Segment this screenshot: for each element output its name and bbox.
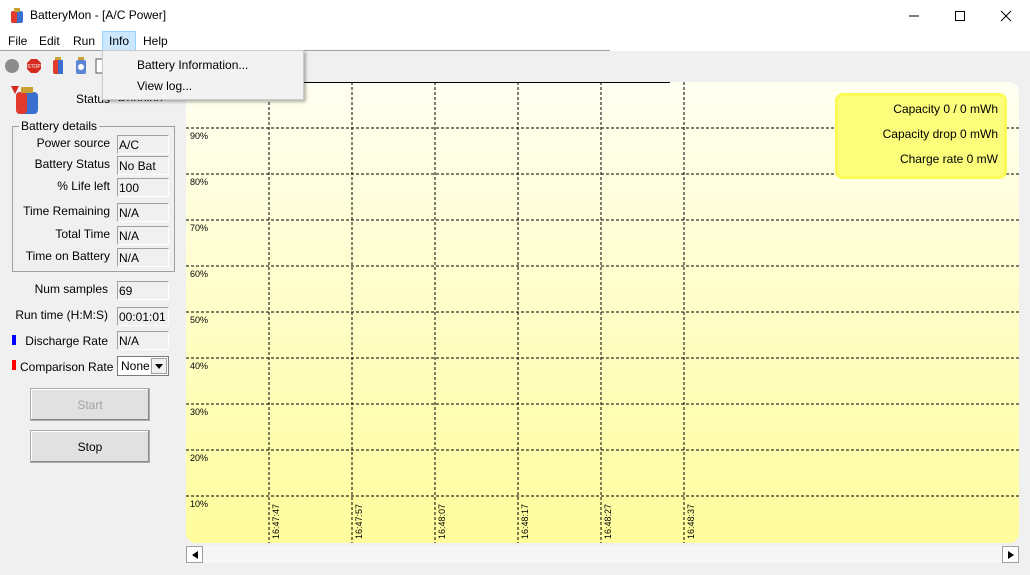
start-button[interactable]: Start bbox=[30, 388, 150, 421]
window-title: BatteryMon - [A/C Power] bbox=[30, 8, 167, 22]
total-time-label: Total Time bbox=[55, 227, 110, 241]
discharge-rate-value: N/A bbox=[117, 331, 169, 350]
y-tick-label: 20% bbox=[190, 453, 208, 463]
menu-help[interactable]: Help bbox=[137, 31, 174, 51]
capacity-drop-text: Capacity drop 0 mWh bbox=[882, 127, 998, 141]
x-tick-label: 16:47:47 bbox=[271, 504, 281, 539]
record-icon bbox=[5, 59, 19, 73]
discharge-rate-label: Discharge Rate bbox=[25, 334, 108, 348]
horizontal-scrollbar[interactable] bbox=[186, 546, 1019, 564]
time-on-battery-label: Time on Battery bbox=[25, 249, 110, 263]
y-tick-label: 40% bbox=[190, 361, 208, 371]
y-tick-label: 50% bbox=[190, 315, 208, 325]
battery-status-value: No Bat bbox=[117, 156, 169, 175]
battery-details-title: Battery details bbox=[19, 119, 100, 133]
y-tick-label: 80% bbox=[190, 177, 208, 187]
time-remaining-value: N/A bbox=[117, 203, 169, 222]
y-tick-label: 70% bbox=[190, 223, 208, 233]
comparison-legend-mark bbox=[12, 360, 16, 370]
stop-sign-icon: STOP bbox=[27, 59, 41, 73]
comparison-rate-label: Comparison Rate bbox=[20, 360, 114, 374]
comparison-rate-select[interactable]: None bbox=[117, 356, 169, 376]
scroll-right-button[interactable] bbox=[1002, 546, 1019, 563]
run-time-label: Run time (H:M:S) bbox=[15, 308, 108, 322]
scroll-right-icon bbox=[1007, 550, 1014, 559]
close-button[interactable] bbox=[983, 0, 1029, 31]
run-time-value: 00:01:01 bbox=[117, 307, 169, 326]
x-tick-label: 16:48:07 bbox=[437, 504, 447, 539]
charge-rate-text: Charge rate 0 mW bbox=[899, 152, 998, 166]
discharge-legend-mark bbox=[12, 335, 16, 345]
battery-toolbar-button[interactable] bbox=[48, 56, 68, 76]
time-on-battery-value: N/A bbox=[117, 248, 169, 267]
battery-info-icon bbox=[76, 57, 86, 74]
comparison-rate-selected: None bbox=[121, 359, 150, 373]
time-remaining-label: Time Remaining bbox=[23, 204, 110, 218]
capacity-text: Capacity 0 / 0 mWh bbox=[893, 102, 998, 116]
x-tick-label: 16:48:37 bbox=[686, 504, 696, 539]
menu-run[interactable]: Run bbox=[67, 31, 101, 51]
menu-battery-information[interactable]: Battery Information... bbox=[137, 55, 248, 75]
scroll-left-icon bbox=[191, 550, 198, 559]
battery-app-icon bbox=[11, 8, 23, 23]
num-samples-value: 69 bbox=[117, 281, 169, 300]
menu-bar: File Edit Run Info Help bbox=[0, 31, 1030, 51]
life-left-value: 100 bbox=[117, 178, 169, 197]
scroll-track[interactable] bbox=[203, 546, 1002, 563]
battery-large-icon bbox=[11, 86, 38, 114]
power-source-value: A/C bbox=[117, 135, 169, 154]
record-button[interactable] bbox=[2, 56, 22, 76]
battery-icon bbox=[53, 57, 63, 74]
svg-text:STOP: STOP bbox=[27, 64, 41, 70]
info-toolbar-button[interactable] bbox=[71, 56, 91, 76]
y-tick-label: 30% bbox=[190, 407, 208, 417]
total-time-value: N/A bbox=[117, 226, 169, 245]
maximize-button[interactable] bbox=[937, 0, 983, 31]
battery-status-label: Battery Status bbox=[34, 157, 110, 171]
menu-view-log[interactable]: View log... bbox=[137, 76, 192, 96]
menu-divider bbox=[0, 50, 610, 51]
minimize-button[interactable] bbox=[891, 0, 937, 31]
stop-toolbar-button[interactable]: STOP bbox=[24, 56, 44, 76]
maximize-icon bbox=[955, 10, 965, 21]
scroll-left-button[interactable] bbox=[186, 546, 203, 563]
y-tick-label: 10% bbox=[190, 499, 208, 509]
close-icon bbox=[1000, 10, 1012, 21]
life-left-label: % Life left bbox=[57, 179, 110, 193]
minimize-icon bbox=[909, 15, 919, 16]
y-tick-label: 60% bbox=[190, 269, 208, 279]
dropdown-arrow-icon[interactable] bbox=[151, 358, 167, 374]
x-tick-label: 16:48:27 bbox=[603, 504, 613, 539]
power-source-label: Power source bbox=[36, 136, 110, 150]
x-tick-label: 16:48:17 bbox=[520, 504, 530, 539]
info-dropdown-menu: Battery Information... View log... bbox=[102, 50, 304, 100]
y-tick-label: 90% bbox=[190, 131, 208, 141]
title-bar: BatteryMon - [A/C Power] bbox=[0, 0, 1030, 31]
menu-file[interactable]: File bbox=[2, 31, 33, 51]
stop-button[interactable]: Stop bbox=[30, 430, 150, 463]
info-panel: Capacity 0 / 0 mWh Capacity drop 0 mWh C… bbox=[835, 93, 1007, 179]
num-samples-label: Num samples bbox=[34, 282, 108, 296]
x-tick-label: 16:47:57 bbox=[354, 504, 364, 539]
menu-edit[interactable]: Edit bbox=[33, 31, 66, 51]
menu-info[interactable]: Info bbox=[102, 31, 137, 51]
